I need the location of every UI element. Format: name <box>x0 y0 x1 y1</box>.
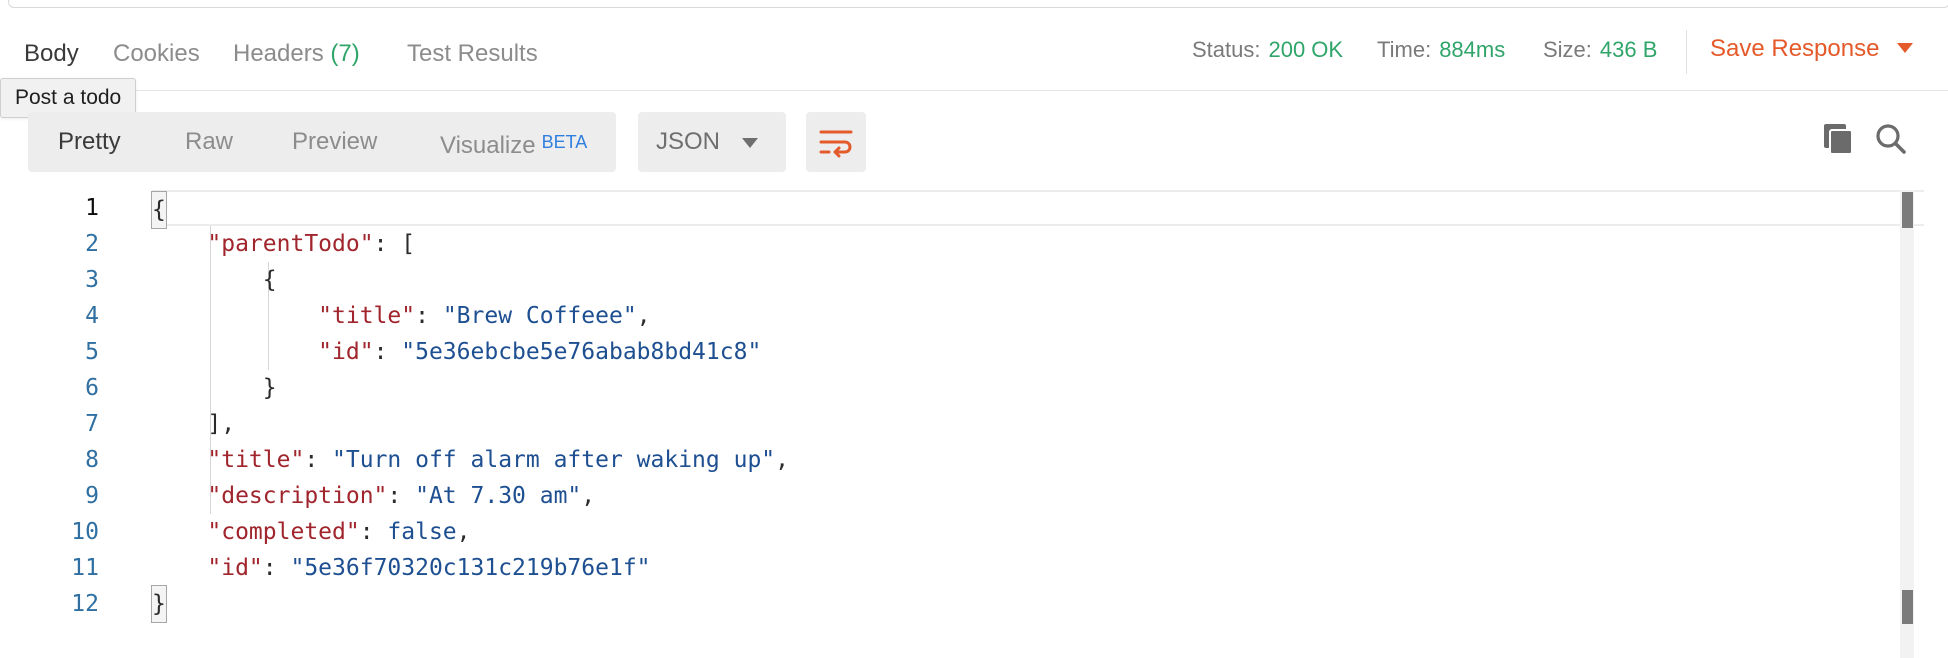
view-mode-pretty[interactable]: Pretty <box>58 128 121 156</box>
request-url-bar <box>8 0 1948 8</box>
wrap-lines-button[interactable] <box>806 112 866 172</box>
line-number: 9 <box>85 483 99 509</box>
json-key: "title" <box>207 447 305 473</box>
response-size: Size: 436 B <box>1543 37 1657 63</box>
editor-scrollbar[interactable] <box>1900 190 1914 658</box>
json-key: "id" <box>318 339 374 365</box>
tab-headers-count: (7) <box>330 40 360 67</box>
json-punctuation: : <box>387 483 416 509</box>
json-key: "completed" <box>207 519 360 545</box>
line-number: 8 <box>85 447 99 473</box>
time-value: 884ms <box>1439 37 1506 62</box>
line-number: 12 <box>71 591 99 617</box>
wrap-lines-icon <box>819 130 853 158</box>
save-response-label: Save Response <box>1710 35 1880 62</box>
time-label: Time: <box>1377 37 1432 62</box>
response-body-editor[interactable]: 1 2 3 4 5 6 7 8 9 10 11 12 { "parentTodo… <box>0 190 1948 658</box>
line-number: 11 <box>71 555 99 581</box>
size-label: Size: <box>1543 37 1592 62</box>
line-number: 3 <box>85 267 99 293</box>
tab-body-label: Body <box>24 40 79 67</box>
size-value: 436 B <box>1599 37 1658 62</box>
save-response-button[interactable]: Save Response <box>1710 35 1914 63</box>
tab-body[interactable]: Body <box>24 40 79 68</box>
json-boolean: false <box>387 519 457 545</box>
status-divider <box>1686 30 1687 74</box>
status-label: Status: <box>1192 37 1261 62</box>
response-time: Time: 884ms <box>1377 37 1505 63</box>
chevron-down-icon <box>1897 42 1914 53</box>
response-header-divider <box>0 90 1948 91</box>
json-key: "parentTodo" <box>207 231 374 257</box>
line-number: 2 <box>85 231 99 257</box>
tab-headers[interactable]: Headers (7) <box>233 40 360 68</box>
code-line: "id": "5e36ebcbe5e76abab8bd41c8" <box>152 334 1892 370</box>
chevron-down-icon <box>742 138 758 148</box>
json-punctuation: : <box>304 447 333 473</box>
scrollbar-thumb[interactable] <box>1902 192 1913 228</box>
code-line: "description": "At 7.30 am", <box>152 478 1892 514</box>
json-key: "id" <box>207 555 263 581</box>
json-key: "title" <box>318 303 416 329</box>
format-select[interactable]: JSON <box>638 112 786 172</box>
beta-badge: BETA <box>541 132 588 152</box>
json-key: "description" <box>207 483 388 509</box>
status-value: 200 OK <box>1268 37 1344 62</box>
code-line: } <box>152 370 1892 406</box>
line-number: 4 <box>85 303 99 329</box>
json-punctuation: ], <box>207 411 236 437</box>
scrollbar-marker <box>1902 590 1913 624</box>
json-string: "5e36f70320c131c219b76e1f" <box>290 555 651 581</box>
code-line: "title": "Turn off alarm after waking up… <box>152 442 1892 478</box>
code-line: { <box>152 262 1892 298</box>
json-punctuation: : <box>359 519 388 545</box>
json-punctuation: , <box>581 483 596 509</box>
json-string: "5e36ebcbe5e76abab8bd41c8" <box>401 339 762 365</box>
json-punctuation: , <box>775 447 789 473</box>
view-mode-visualize[interactable]: Visualize BETA <box>440 128 587 160</box>
view-mode-preview[interactable]: Preview <box>292 128 377 156</box>
tab-test-results[interactable]: Test Results <box>407 40 538 68</box>
json-punctuation: : <box>415 303 443 329</box>
json-string: "At 7.30 am" <box>415 483 582 509</box>
code-line: ], <box>152 406 1892 442</box>
json-punctuation: : <box>373 339 402 365</box>
search-icon <box>1876 124 1906 154</box>
code-line: "completed": false, <box>152 514 1892 550</box>
copy-button[interactable] <box>1818 118 1860 160</box>
line-number: 5 <box>85 339 99 365</box>
json-punctuation: : [ <box>373 231 416 257</box>
search-button[interactable] <box>1870 118 1912 160</box>
json-punctuation: , <box>456 519 471 545</box>
view-mode-raw[interactable]: Raw <box>185 128 233 156</box>
line-number: 7 <box>85 411 99 437</box>
line-number: 1 <box>85 195 99 221</box>
line-number-gutter: 1 2 3 4 5 6 7 8 9 10 11 12 <box>0 190 100 622</box>
matched-brace: { <box>151 191 167 229</box>
format-select-value: JSON <box>656 128 721 155</box>
copy-icon <box>1824 124 1853 155</box>
code-content: { "parentTodo": [ { "title": "Brew Coffe… <box>151 190 1924 623</box>
json-punctuation: , <box>636 303 651 329</box>
tab-cookies-label: Cookies <box>113 40 200 67</box>
tab-headers-label: Headers <box>233 40 324 67</box>
json-string: "Brew Coffeee" <box>442 303 637 329</box>
json-punctuation: } <box>262 375 277 401</box>
code-line: "parentTodo": [ <box>152 226 1892 262</box>
json-string: "Turn off alarm after waking up" <box>332 447 776 473</box>
tab-cookies[interactable]: Cookies <box>113 40 200 68</box>
code-line: "id": "5e36f70320c131c219b76e1f" <box>152 550 1892 586</box>
line-number: 10 <box>71 519 99 545</box>
tab-test-results-label: Test Results <box>407 40 538 67</box>
json-punctuation: : <box>262 555 291 581</box>
json-punctuation: { <box>262 267 277 293</box>
response-status: Status: 200 OK <box>1192 37 1343 63</box>
line-number: 6 <box>85 375 99 401</box>
code-line: } <box>151 585 1892 623</box>
view-mode-visualize-label: Visualize <box>440 132 536 159</box>
code-line: { <box>151 190 1924 229</box>
code-line: "title": "Brew Coffeee", <box>152 298 1892 334</box>
matched-brace: } <box>151 585 167 623</box>
